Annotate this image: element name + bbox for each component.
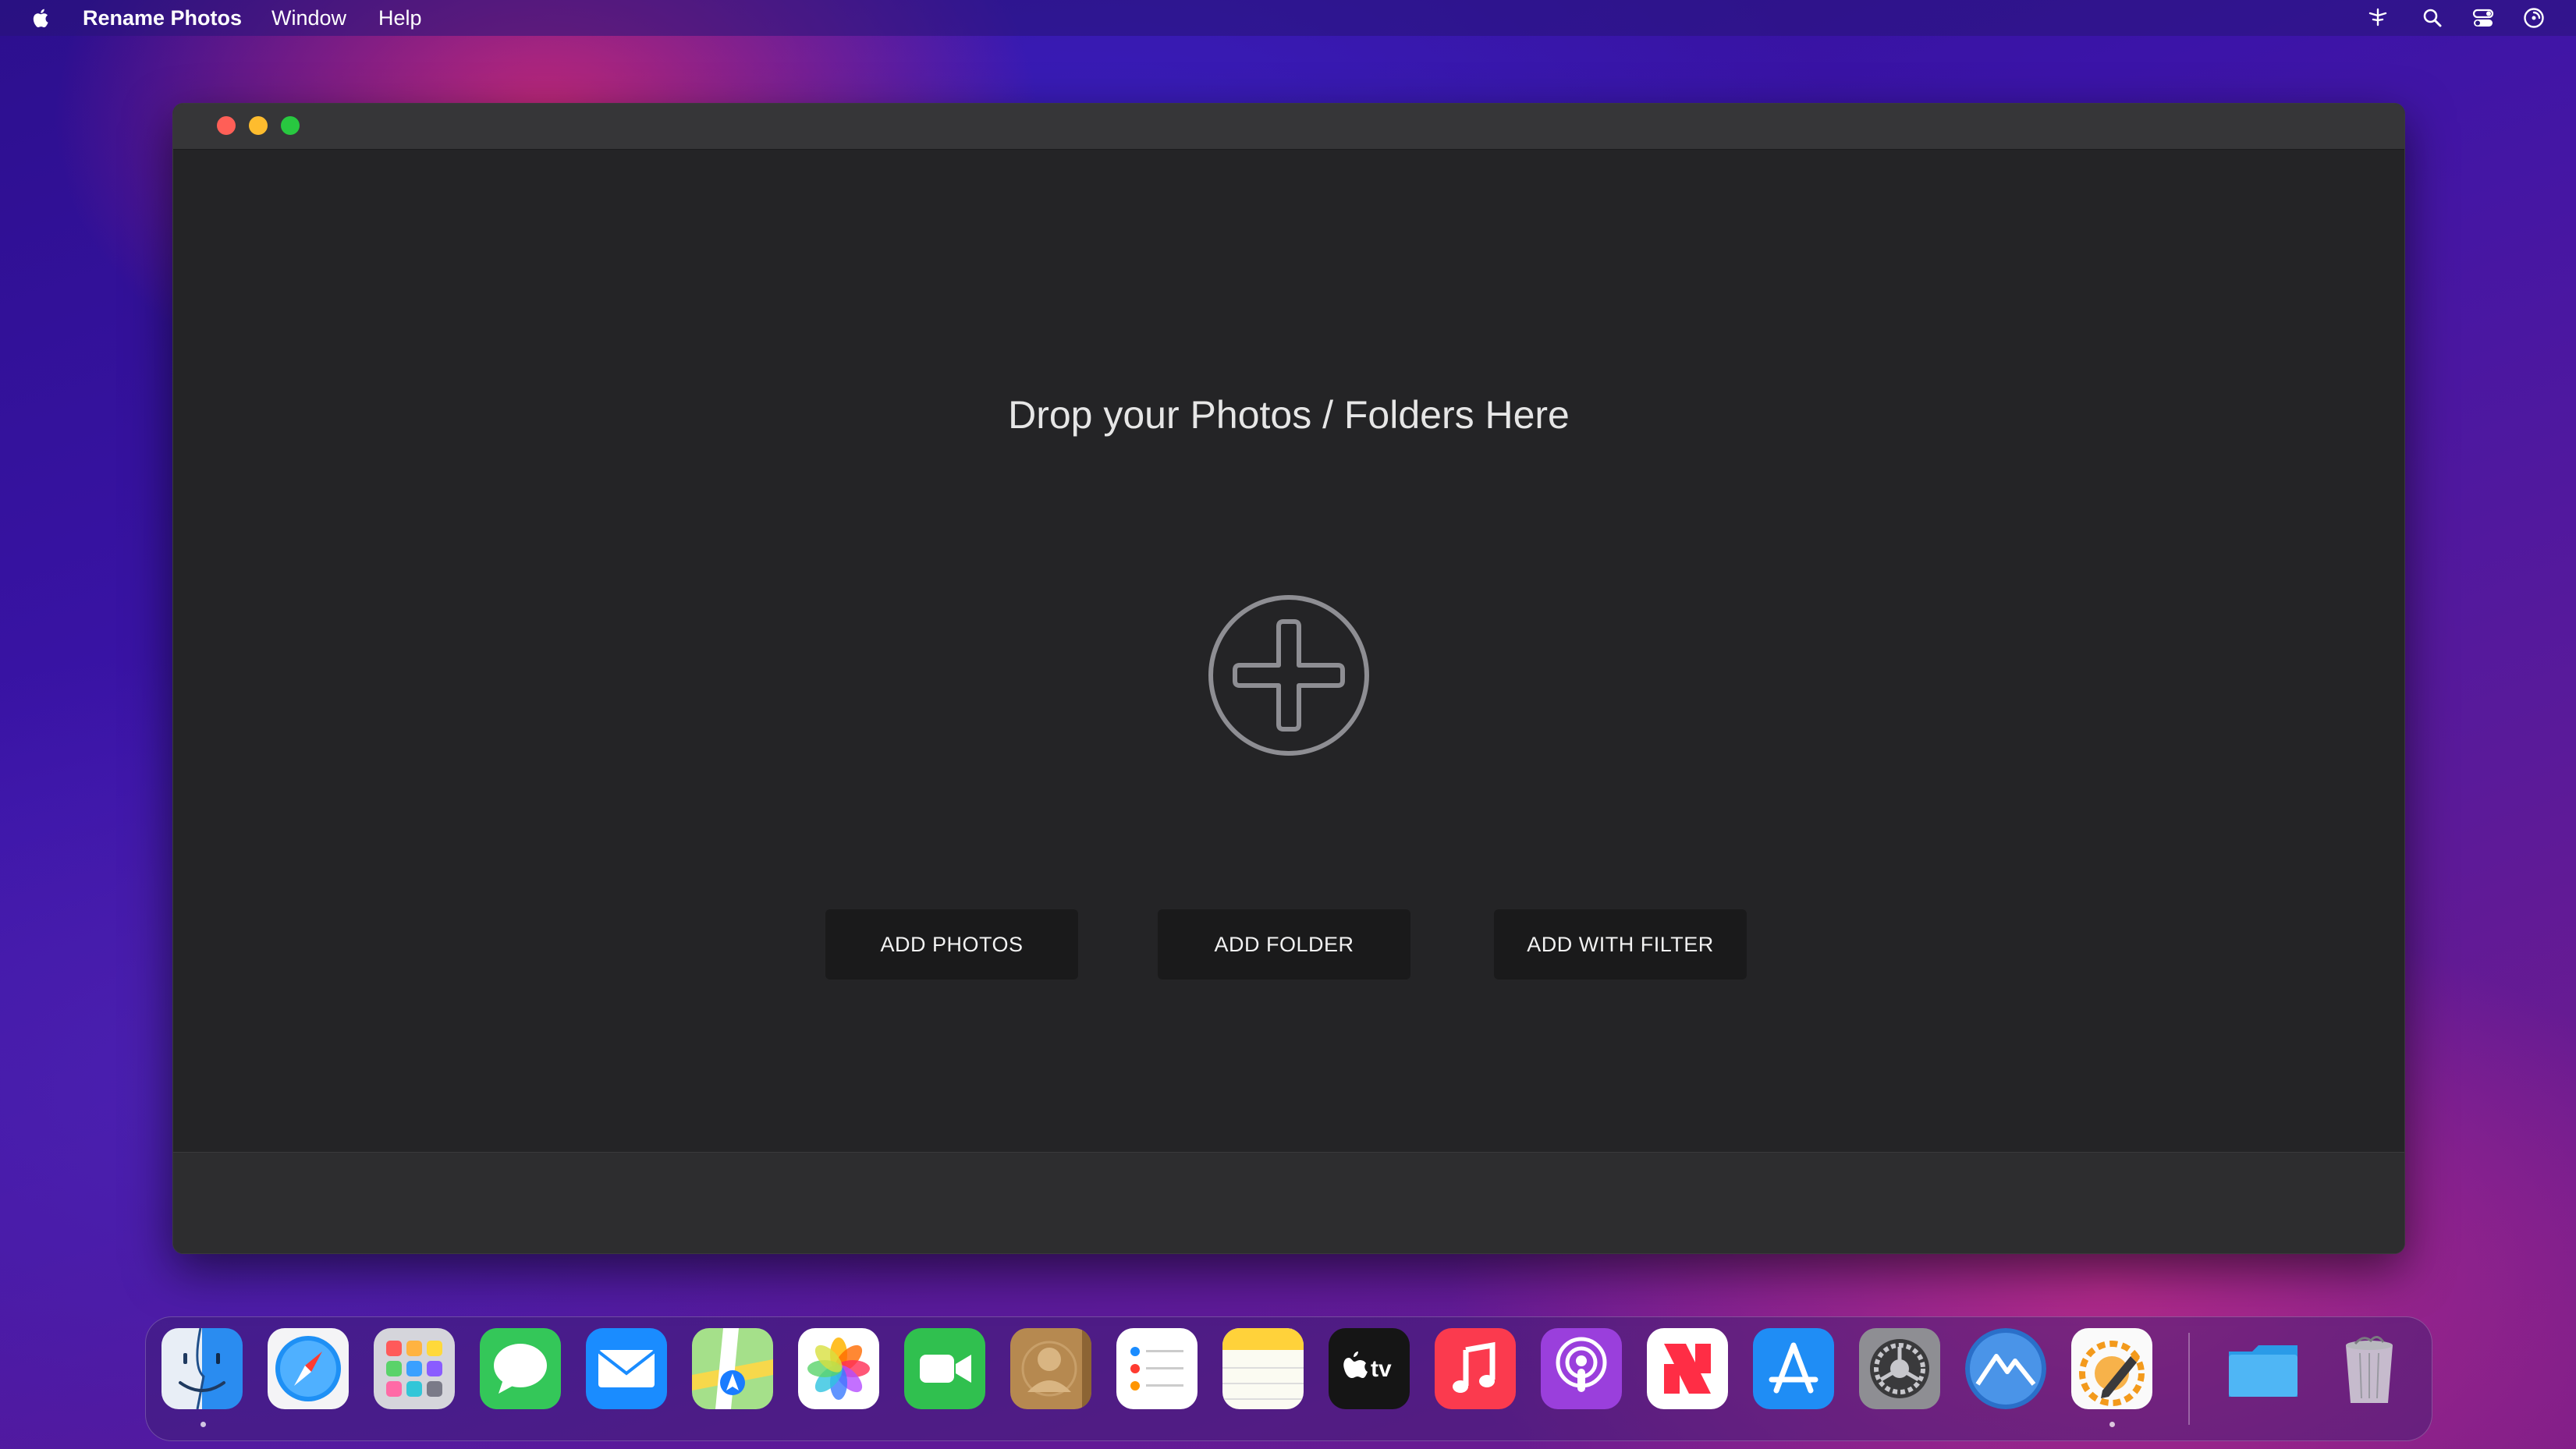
finder-icon[interactable] — [161, 1328, 243, 1409]
mail-icon[interactable] — [586, 1328, 667, 1409]
drop-zone-title: Drop your Photos / Folders Here — [1008, 393, 1570, 437]
siri-icon[interactable] — [2522, 6, 2546, 30]
wifi-icon[interactable] — [2366, 6, 2390, 30]
contacts-icon[interactable] — [1010, 1328, 1091, 1409]
facetime-icon[interactable] — [904, 1328, 985, 1409]
search-icon[interactable] — [2421, 6, 2444, 30]
dock: tv — [145, 1316, 2432, 1441]
photos-icon[interactable] — [798, 1328, 879, 1409]
add-with-filter-button[interactable]: ADD WITH FILTER — [1494, 909, 1747, 980]
podcasts-icon[interactable] — [1541, 1328, 1622, 1409]
close-window-button[interactable] — [217, 116, 236, 135]
app-name-menu[interactable]: Rename Photos — [83, 6, 242, 30]
tv-label: tv — [1371, 1356, 1392, 1382]
window-footer — [173, 1152, 2404, 1253]
maximize-window-button[interactable] — [281, 116, 300, 135]
news-icon[interactable] — [1647, 1328, 1728, 1409]
add-photos-button[interactable]: ADD PHOTOS — [825, 909, 1078, 980]
apple-icon[interactable] — [30, 6, 53, 30]
menu-bar: Rename Photos Window Help — [0, 0, 2576, 36]
notes-icon[interactable] — [1222, 1328, 1304, 1409]
safari-icon[interactable] — [268, 1328, 349, 1409]
system-preferences-icon[interactable] — [1859, 1328, 1940, 1409]
add-plus-circle-icon[interactable] — [1207, 593, 1371, 757]
help-menu[interactable]: Help — [378, 6, 422, 30]
reminders-icon[interactable] — [1116, 1328, 1198, 1409]
messages-icon[interactable] — [480, 1328, 561, 1409]
minimize-window-button[interactable] — [249, 116, 268, 135]
finder-running-indicator — [200, 1422, 206, 1427]
app-window: Drop your Photos / Folders Here ADD PHOT… — [172, 103, 2405, 1254]
window-menu[interactable]: Window — [271, 6, 346, 30]
trash-icon[interactable] — [2329, 1328, 2410, 1409]
launchpad-icon[interactable] — [374, 1328, 455, 1409]
dock-separator — [2188, 1333, 2190, 1425]
add-folder-button[interactable]: ADD FOLDER — [1158, 909, 1410, 980]
tv-icon[interactable]: tv — [1329, 1328, 1410, 1409]
app-store-icon[interactable] — [1753, 1328, 1834, 1409]
mountain-app-icon[interactable] — [1965, 1328, 2046, 1409]
control-center-icon[interactable] — [2471, 6, 2495, 30]
maps-icon[interactable] — [692, 1328, 773, 1409]
downloads-folder-icon[interactable] — [2223, 1328, 2304, 1409]
music-icon[interactable] — [1435, 1328, 1516, 1409]
rename-photos-running-indicator — [2109, 1422, 2115, 1427]
title-bar[interactable] — [173, 104, 2404, 150]
rename-photos-icon[interactable] — [2071, 1328, 2152, 1409]
